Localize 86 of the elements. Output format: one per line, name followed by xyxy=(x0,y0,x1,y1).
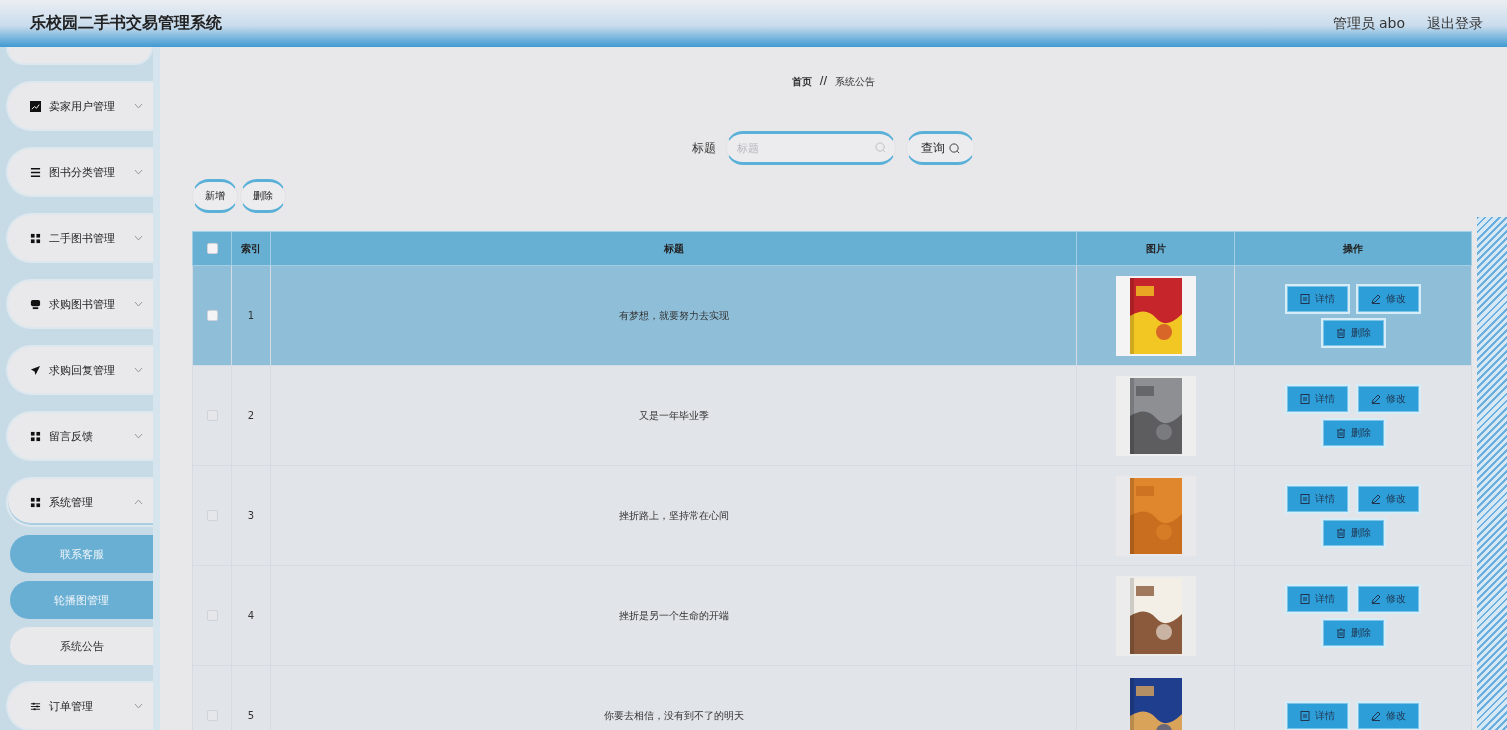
trash-icon xyxy=(1335,527,1346,538)
chevron-icon xyxy=(134,301,143,307)
index-text: 4 xyxy=(247,610,255,621)
title-text: 挫折路上，坚持常在心间 xyxy=(618,509,729,521)
title-text: 有梦想，就要努力去实现 xyxy=(618,309,729,321)
table-row[interactable]: 3 挫折路上，坚持常在心间 详情 修改 删除 xyxy=(192,465,1472,566)
menu-item[interactable]: 图书分类管理 xyxy=(6,147,153,197)
menu-item[interactable]: 留言反馈 xyxy=(6,411,153,461)
chevron-icon xyxy=(134,367,143,373)
chevron-icon xyxy=(134,433,143,439)
title-text: 你要去相信，没有到不了的明天 xyxy=(603,709,744,721)
chart-icon xyxy=(30,100,41,112)
document-icon xyxy=(1300,293,1310,304)
user-name: 管理员 abo xyxy=(1332,14,1405,33)
query-button[interactable]: 查询 xyxy=(906,131,975,165)
edit-button[interactable]: 修改 xyxy=(1358,285,1419,312)
checkbox[interactable] xyxy=(206,243,218,255)
menu-item[interactable]: 求购图书管理 xyxy=(6,279,153,329)
edit-button[interactable]: 修改 xyxy=(1358,485,1419,512)
delete-button[interactable]: 删除 xyxy=(1322,319,1384,346)
chevron-icon xyxy=(134,703,143,709)
trash-icon xyxy=(1335,627,1346,638)
sliders-icon xyxy=(30,700,41,712)
app-title: 乐校园二手书交易管理系统 xyxy=(30,13,222,34)
detail-button[interactable]: 详情 xyxy=(1287,702,1348,729)
pencil-icon xyxy=(1371,393,1381,404)
edit-button[interactable]: 修改 xyxy=(1358,385,1419,412)
edit-button[interactable]: 修改 xyxy=(1358,585,1419,612)
column-header: 索引 xyxy=(231,231,271,266)
menu-item[interactable]: 系统管理 xyxy=(6,477,153,527)
title-text: 又是一年毕业季 xyxy=(638,409,709,421)
edit-button[interactable]: 修改 xyxy=(1358,702,1419,729)
trash-icon xyxy=(1335,427,1346,438)
index-text: 5 xyxy=(247,710,255,721)
column-header: 标题 xyxy=(270,231,1077,266)
table-row[interactable]: 5 你要去相信，没有到不了的明天 详情 修改 xyxy=(192,665,1472,730)
breadcrumb-separator: // xyxy=(819,75,828,88)
index-text: 1 xyxy=(247,310,255,321)
delete-button[interactable]: 删除 xyxy=(1322,519,1384,546)
menu-item[interactable]: 求购回复管理 xyxy=(6,345,153,395)
delete-button[interactable]: 删除 xyxy=(1322,419,1384,446)
logout-link[interactable]: 退出登录 xyxy=(1427,14,1483,33)
monitor-icon xyxy=(30,298,41,310)
menu-item[interactable]: 卖家用户管理 xyxy=(6,81,153,131)
detail-button[interactable]: 详情 xyxy=(1287,385,1348,412)
list-icon xyxy=(30,166,41,178)
search-icon xyxy=(875,142,886,153)
index-text: 3 xyxy=(247,510,255,521)
delete-button[interactable]: 删除 xyxy=(240,179,286,213)
send-icon xyxy=(30,364,41,376)
grid-icon xyxy=(30,232,41,244)
breadcrumb-link[interactable]: 首页 xyxy=(791,75,812,89)
menu-item[interactable]: 订单管理 xyxy=(6,681,153,730)
breadcrumb-current: 系统公告 xyxy=(835,75,876,89)
chevron-icon xyxy=(134,103,143,109)
search-icon xyxy=(949,142,960,154)
column-header: 图片 xyxy=(1076,231,1235,266)
table-row[interactable]: 4 挫折是另一个生命的开端 详情 修改 删除 xyxy=(192,565,1472,666)
pencil-icon xyxy=(1371,493,1381,504)
add-button[interactable]: 新增 xyxy=(192,179,238,213)
document-icon xyxy=(1300,593,1310,604)
detail-button[interactable]: 详情 xyxy=(1287,585,1348,612)
document-icon xyxy=(1300,710,1310,721)
index-text: 2 xyxy=(247,410,255,421)
chevron-icon xyxy=(134,499,143,505)
field-label: 标题 xyxy=(692,139,716,157)
menu-item[interactable]: 二手图书管理 xyxy=(6,213,153,263)
trash-icon xyxy=(1335,327,1346,338)
title-text: 挫折是另一个生命的开端 xyxy=(618,609,729,621)
column-header: 操作 xyxy=(1234,231,1472,266)
detail-button[interactable]: 详情 xyxy=(1287,285,1348,312)
document-icon xyxy=(1300,393,1310,404)
chevron-icon xyxy=(134,169,143,175)
checkbox[interactable] xyxy=(206,310,218,322)
table-row[interactable]: 2 又是一年毕业季 详情 修改 删除 xyxy=(192,365,1472,466)
delete-button[interactable]: 删除 xyxy=(1322,619,1384,646)
pencil-icon xyxy=(1371,293,1381,304)
table-row[interactable]: 1 有梦想，就要努力去实现 详情 修改 删除 xyxy=(192,265,1472,366)
chevron-icon xyxy=(134,235,143,241)
grid-icon xyxy=(30,430,41,442)
pencil-icon xyxy=(1371,710,1381,721)
document-icon xyxy=(1300,493,1310,504)
submenu-item[interactable]: 系统公告 xyxy=(10,627,153,665)
grid-icon xyxy=(30,496,41,508)
pencil-icon xyxy=(1371,593,1381,604)
detail-button[interactable]: 详情 xyxy=(1287,485,1348,512)
